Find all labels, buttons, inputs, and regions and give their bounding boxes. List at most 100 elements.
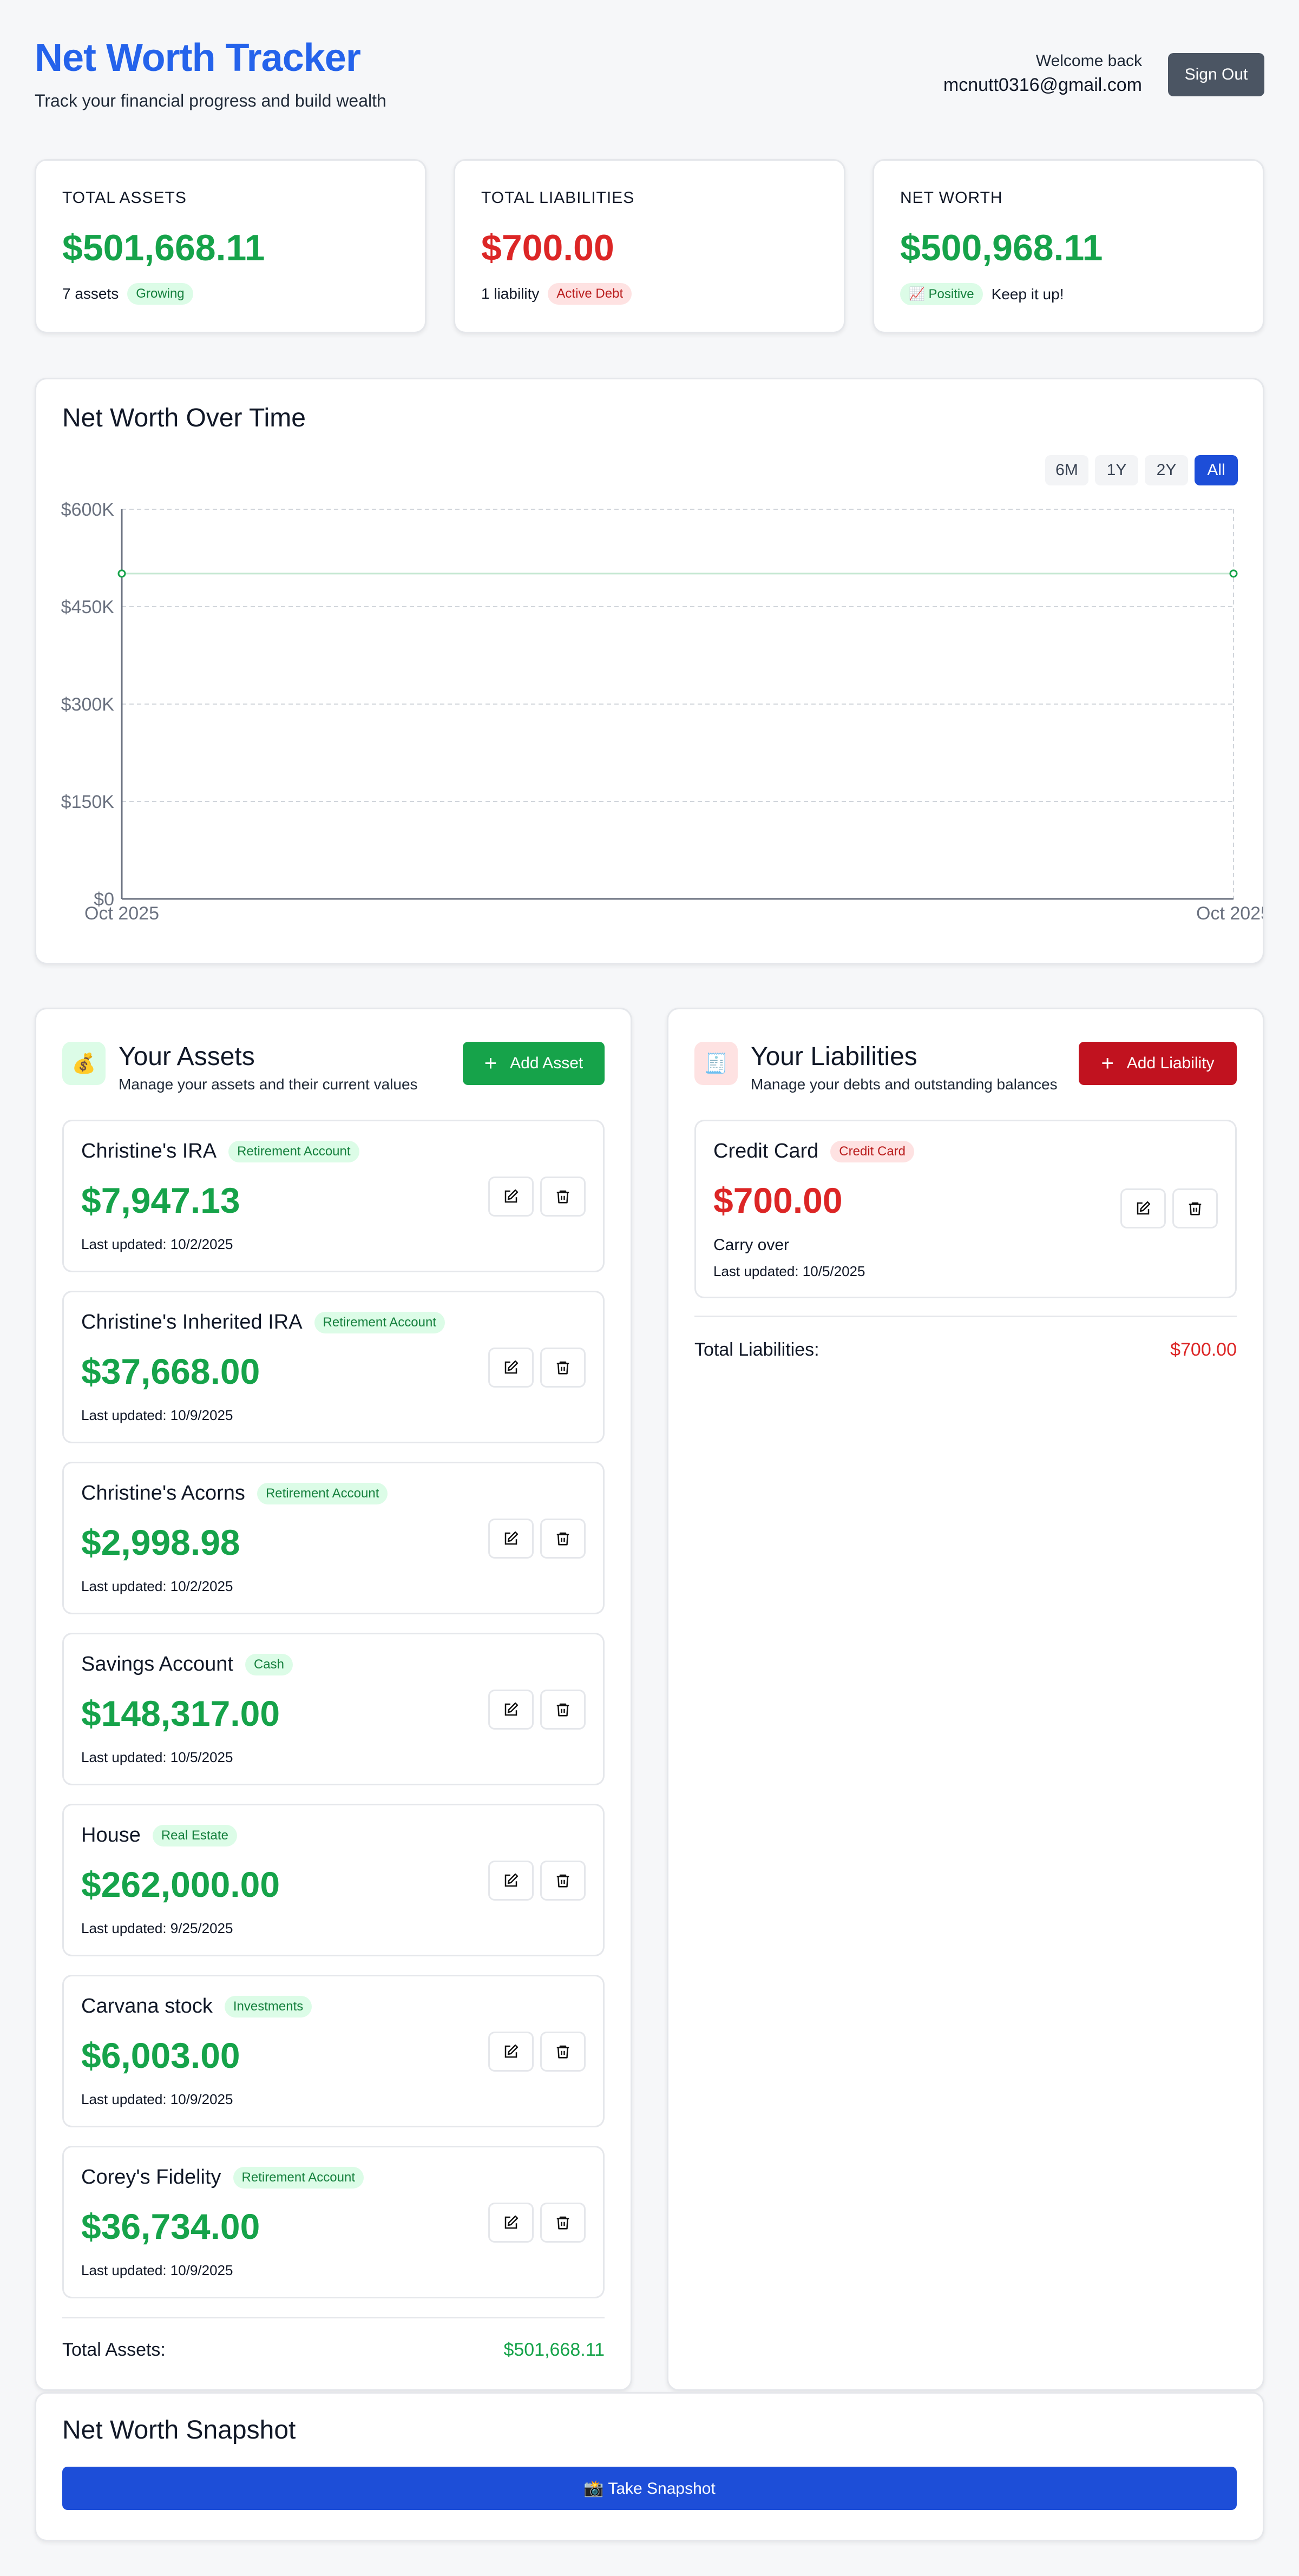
- asset-value: $262,000.00: [81, 1864, 280, 1904]
- asset-value: $148,317.00: [81, 1693, 280, 1733]
- welcome-text: Welcome back: [1035, 52, 1142, 70]
- edit-button[interactable]: [488, 1348, 534, 1388]
- plus-icon: +: [1101, 1052, 1114, 1075]
- keep-it-up-text: Keep it up!: [991, 285, 1064, 303]
- total-assets-row-label: Total Assets:: [62, 2340, 166, 2360]
- page-subtitle: Track your financial progress and build …: [35, 91, 386, 110]
- liability-tag: Credit Card: [830, 1140, 915, 1162]
- asset-tag: Real Estate: [152, 1824, 237, 1846]
- delete-button[interactable]: [540, 1519, 586, 1559]
- trash-icon: [556, 1874, 569, 1888]
- assets-title: Your Assets: [119, 1042, 255, 1071]
- asset-name: Christine's Inherited IRA: [81, 1311, 303, 1333]
- snapshot-title: Net Worth Snapshot: [62, 2416, 296, 2444]
- edit-icon: [1137, 1201, 1151, 1215]
- asset-value: $6,003.00: [81, 2035, 240, 2075]
- asset-updated: Last updated: 10/9/2025: [81, 2091, 233, 2107]
- asset-tag: Retirement Account: [257, 1482, 388, 1504]
- net-worth-label: NET WORTH: [900, 189, 1003, 207]
- x-tick-label: Oct 2025: [84, 903, 159, 924]
- net-worth-line-chart: $0$150K$300K$450K$600KOct 2025Oct 2025: [61, 500, 1263, 924]
- asset-tag: Investments: [224, 1995, 312, 2018]
- edit-button[interactable]: [488, 2203, 534, 2243]
- liabilities-subtitle: Manage your debts and outstanding balanc…: [751, 1076, 1058, 1093]
- growing-badge: Growing: [127, 283, 193, 305]
- net-worth-chart-card: Net Worth Over Time 6M 1Y 2Y All $0 $150K…: [35, 378, 1264, 964]
- asset-tag: Retirement Account: [314, 1311, 445, 1333]
- sign-out-button[interactable]: Sign Out: [1168, 53, 1264, 96]
- edit-icon: [504, 1702, 519, 1716]
- page-title: Net Worth Tracker: [35, 36, 361, 80]
- asset-item: Savings Account Cash $148,317.00 Last updat…: [62, 1633, 605, 1785]
- total-liabilities-label: TOTAL LIABILITIES: [481, 189, 635, 207]
- asset-updated: Last updated: 10/2/2025: [81, 1578, 233, 1594]
- net-worth-card: NET WORTH $500,968.11 📈 Positive Keep it…: [872, 159, 1264, 333]
- asset-updated: Last updated: 10/5/2025: [81, 1749, 233, 1765]
- liability-name: Credit Card: [713, 1140, 819, 1162]
- asset-tag: Retirement Account: [228, 1140, 359, 1162]
- edit-button[interactable]: [488, 1519, 534, 1559]
- asset-item: Christine's IRA Retirement Account $7,947.…: [62, 1120, 605, 1272]
- x-tick-label: Oct 2025: [1196, 903, 1263, 924]
- edit-button[interactable]: [488, 2032, 534, 2072]
- trash-icon: [556, 1532, 569, 1546]
- edit-icon: [504, 1531, 519, 1545]
- y-tick-label: $450K: [61, 597, 115, 617]
- snapshot-card: Net Worth Snapshot 📸 Take Snapshot: [35, 2392, 1264, 2541]
- asset-item: Christine's Inherited IRA Retirement Acco…: [62, 1291, 605, 1443]
- delete-button[interactable]: [540, 1348, 586, 1388]
- asset-updated: Last updated: 9/25/2025: [81, 1920, 233, 1936]
- add-asset-label: Add Asset: [510, 1054, 583, 1072]
- edit-button[interactable]: [488, 1690, 534, 1730]
- edit-icon: [504, 1360, 519, 1374]
- liability-item: Credit Card Credit Card $700.00 Carry ov…: [694, 1120, 1237, 1298]
- positive-badge: 📈 Positive: [900, 283, 983, 305]
- edit-button[interactable]: [488, 1177, 534, 1217]
- edit-button[interactable]: [1120, 1188, 1166, 1228]
- add-asset-button[interactable]: + Add Asset: [463, 1042, 605, 1085]
- liability-value: $700.00: [713, 1180, 843, 1220]
- delete-button[interactable]: [540, 1861, 586, 1901]
- active-debt-badge: Active Debt: [548, 283, 632, 305]
- data-point: [117, 569, 126, 578]
- y-tick-label: $600K: [61, 500, 115, 520]
- asset-tag: Retirement Account: [233, 2166, 364, 2189]
- total-liabilities-card: TOTAL LIABILITIES $700.00 1 liability Ac…: [454, 159, 845, 333]
- edit-button[interactable]: [488, 1861, 534, 1901]
- plus-icon: +: [484, 1052, 497, 1075]
- delete-button[interactable]: [540, 2203, 586, 2243]
- add-liability-button[interactable]: + Add Liability: [1079, 1042, 1237, 1085]
- asset-updated: Last updated: 10/9/2025: [81, 1407, 233, 1423]
- user-email: mcnutt0316@gmail.com: [943, 75, 1142, 95]
- assets-panel: 💰 Your Assets Manage your assets and the…: [35, 1008, 632, 2391]
- assets-divider: [62, 2317, 605, 2318]
- asset-value: $37,668.00: [81, 1351, 260, 1391]
- edit-icon: [504, 2044, 519, 2058]
- total-assets-label: TOTAL ASSETS: [62, 189, 187, 207]
- edit-icon: [504, 2215, 519, 2229]
- y-tick-label: $300K: [61, 694, 115, 715]
- take-snapshot-button[interactable]: 📸 Take Snapshot: [62, 2467, 1237, 2510]
- delete-button[interactable]: [1172, 1188, 1218, 1228]
- asset-name: Carvana stock: [81, 1995, 213, 2018]
- delete-button[interactable]: [540, 1690, 586, 1730]
- liabilities-divider: [694, 1316, 1237, 1317]
- liability-note: Carry over: [713, 1236, 790, 1254]
- total-assets-row-value: $501,668.11: [503, 2340, 605, 2360]
- total-liabilities-value: $700.00: [481, 227, 614, 268]
- asset-item: Carvana stock Investments $6,003.00 Last up…: [62, 1975, 605, 2127]
- trash-icon: [556, 1361, 569, 1375]
- asset-tag: Cash: [245, 1653, 293, 1675]
- assets-subtitle: Manage your assets and their current val…: [119, 1076, 418, 1093]
- data-point: [1229, 569, 1238, 578]
- total-liabilities-row-label: Total Liabilities:: [694, 1339, 819, 1360]
- asset-name: Christine's Acorns: [81, 1482, 245, 1504]
- delete-button[interactable]: [540, 1177, 586, 1217]
- asset-name: Savings Account: [81, 1653, 233, 1675]
- liability-count: 1 liability: [481, 285, 540, 302]
- asset-name: Corey's Fidelity: [81, 2166, 221, 2189]
- asset-count: 7 assets: [62, 285, 119, 302]
- delete-button[interactable]: [540, 2032, 586, 2072]
- money-bag-icon: 💰: [62, 1042, 106, 1085]
- total-liabilities-row-value: $700.00: [1170, 1339, 1237, 1360]
